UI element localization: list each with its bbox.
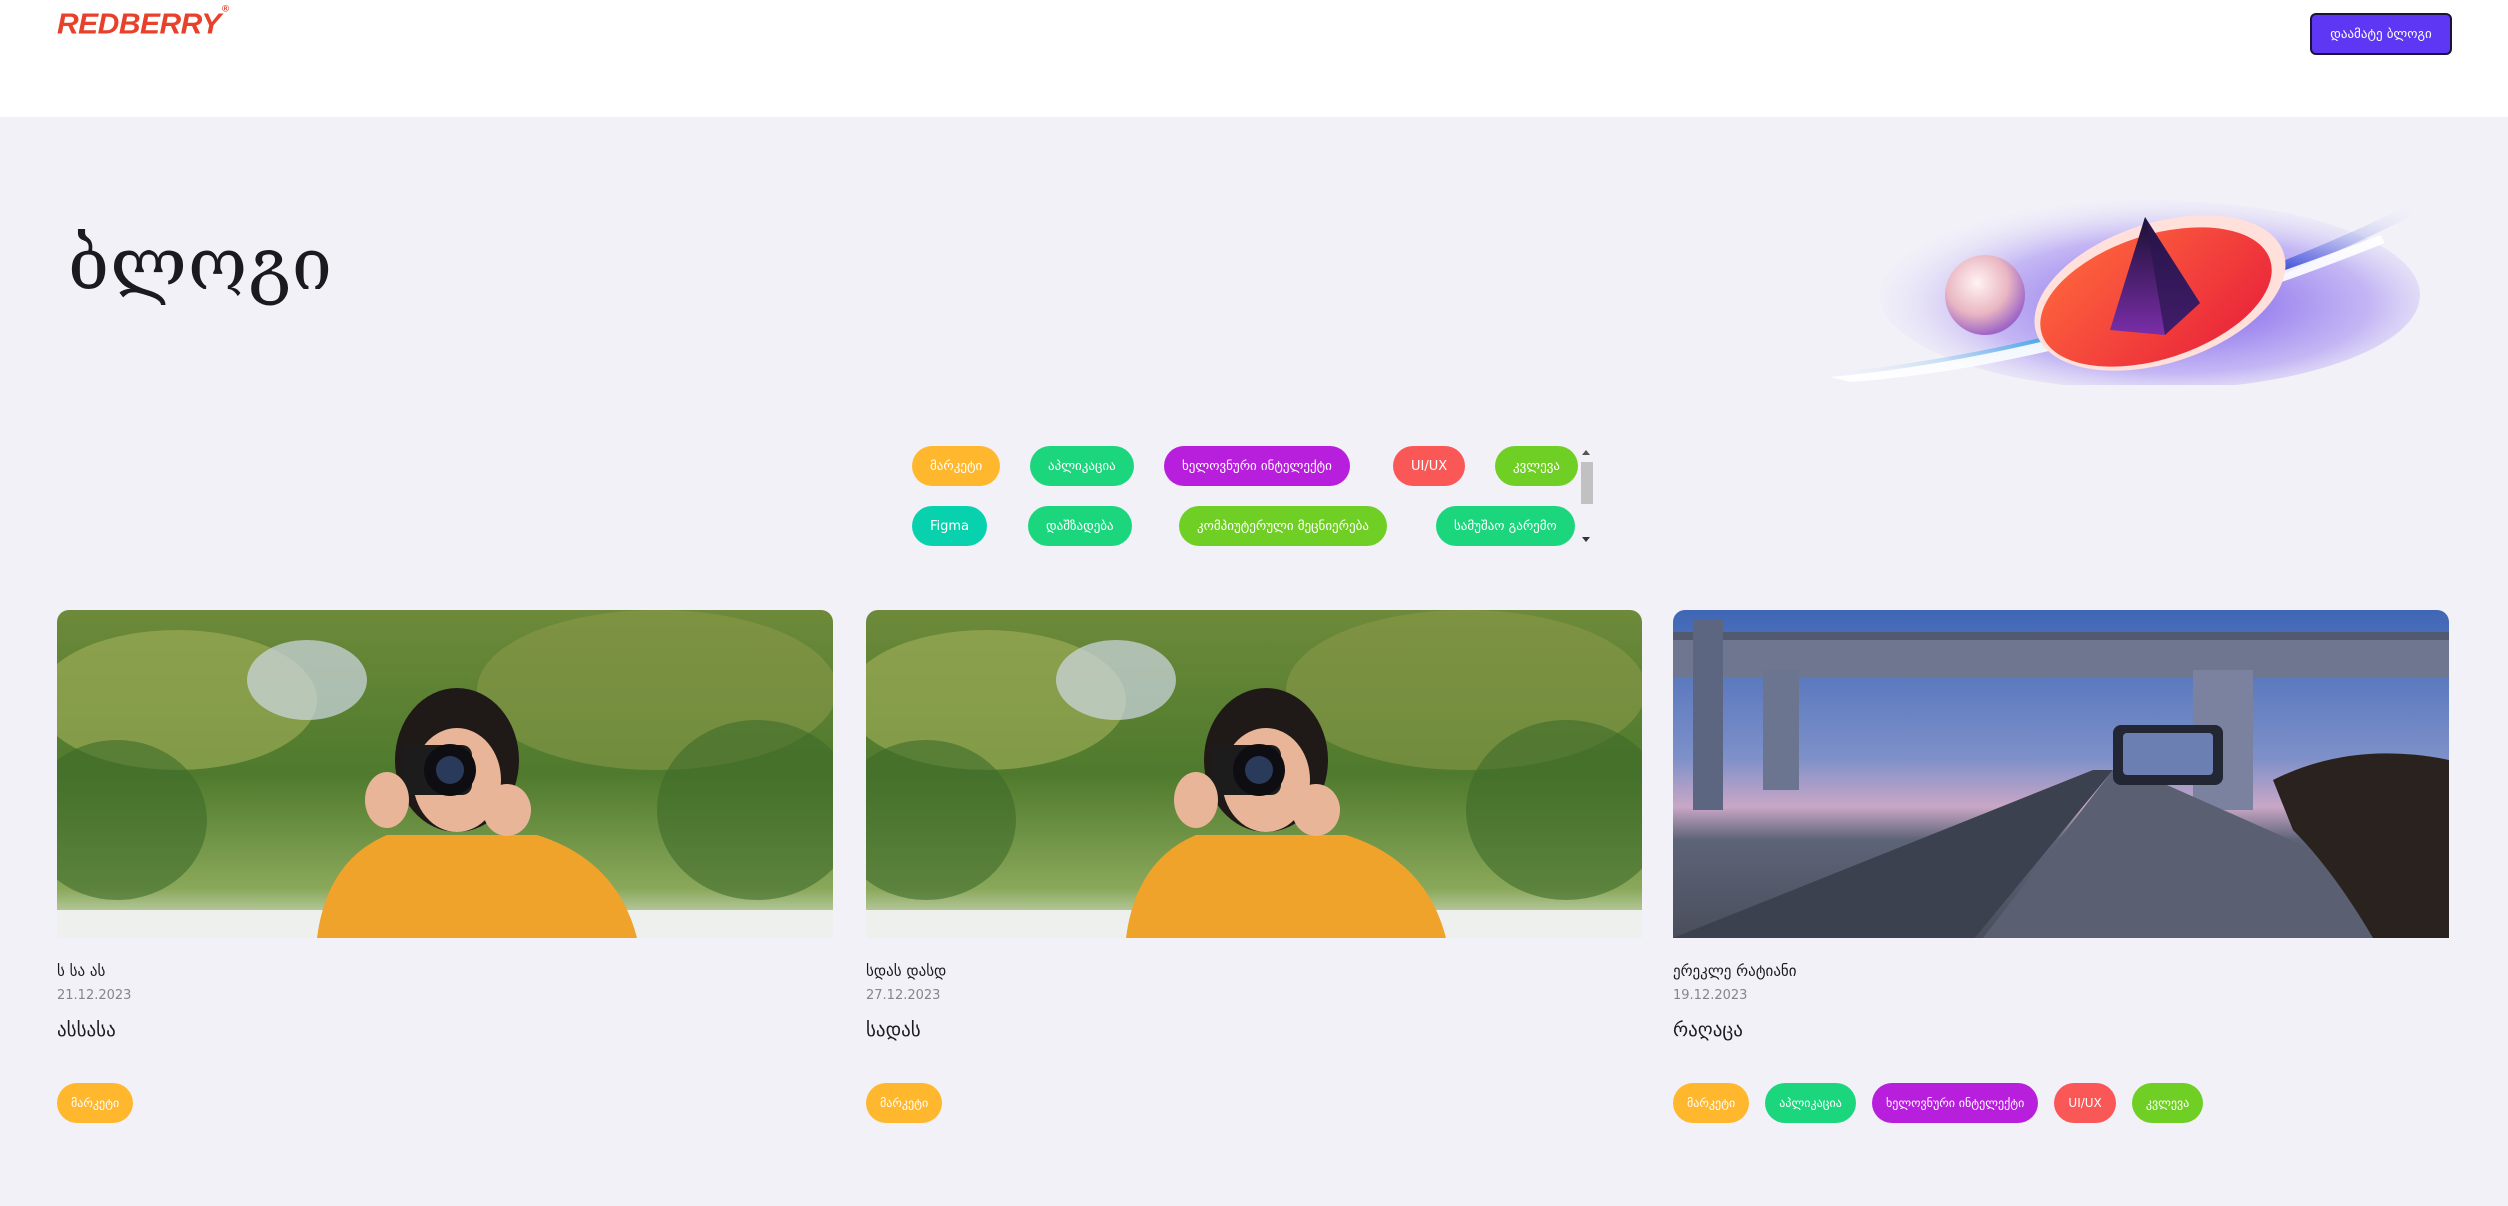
blog-card-title[interactable]: ასსასა xyxy=(57,1019,833,1041)
tag-chip-application[interactable]: აპლიკაცია xyxy=(1765,1083,1856,1123)
top-header: REDBERRY® დაამატე ბლოგი xyxy=(0,0,2508,117)
filter-chip-market[interactable]: მარკეტი xyxy=(912,446,1001,486)
photographer-icon xyxy=(57,610,833,938)
filter-chip-design[interactable]: დაშზადება xyxy=(1028,506,1132,546)
filter-chip-research[interactable]: კვლევა xyxy=(1495,446,1579,486)
tag-chip-uiux[interactable]: UI/UX xyxy=(2054,1083,2116,1123)
planet-illustration-icon xyxy=(1830,200,2420,385)
blog-card[interactable]: ს სა ას 21.12.2023 ასსასა მარკეტი xyxy=(57,610,833,1123)
blog-card-date: 21.12.2023 xyxy=(57,988,132,1003)
scrollbar-thumb[interactable] xyxy=(1581,462,1593,504)
filters-scrollbar[interactable] xyxy=(1580,448,1594,544)
blog-card-title[interactable]: სადას xyxy=(866,1019,1642,1041)
logo-registered-mark: ® xyxy=(221,4,229,15)
filter-chip-application[interactable]: აპლიკაცია xyxy=(1030,446,1134,486)
blog-card[interactable]: სდას დასდ 27.12.2023 სადას მარკეტი xyxy=(866,610,1642,1123)
filter-chip-figma[interactable]: Figma xyxy=(912,506,988,546)
blog-card-date: 27.12.2023 xyxy=(866,988,941,1003)
bridge-photo-icon xyxy=(1673,610,2449,938)
blog-card-author: სდას დასდ xyxy=(866,962,947,980)
redberry-logo[interactable]: REDBERRY® xyxy=(57,4,229,41)
filter-chip-computer-science[interactable]: კომპიუტერული მეცნიერება xyxy=(1179,506,1387,546)
blog-card-tags: მარკეტი xyxy=(57,1083,833,1123)
tag-chip-market[interactable]: მარკეტი xyxy=(57,1083,134,1123)
blog-card-image[interactable] xyxy=(866,610,1642,938)
blog-card-image[interactable] xyxy=(57,610,833,938)
blog-card-date: 19.12.2023 xyxy=(1673,988,1748,1003)
scroll-up-icon[interactable] xyxy=(1582,450,1590,455)
tag-chip-market[interactable]: მარკეტი xyxy=(1673,1083,1750,1123)
blog-card-author: ერეკლე რატიანი xyxy=(1673,962,1797,980)
tag-chip-research[interactable]: კვლევა xyxy=(2131,1083,2204,1123)
photographer-icon xyxy=(866,610,1642,938)
blog-card-author: ს სა ას xyxy=(57,962,106,980)
scroll-down-icon[interactable] xyxy=(1582,537,1590,542)
logo-text: REDBERRY xyxy=(57,8,221,41)
page-title: ბლოგი xyxy=(68,222,334,306)
category-filters: მარკეტი აპლიკაცია ხელოვნური ინტელექტი UI… xyxy=(906,442,1586,552)
filter-chip-workplace[interactable]: სამუშაო გარემო xyxy=(1436,506,1575,546)
blog-card-title[interactable]: რაღაცა xyxy=(1673,1019,2449,1041)
blog-card-image[interactable] xyxy=(1673,610,2449,938)
blog-card[interactable]: ერეკლე რატიანი 19.12.2023 რაღაცა მარკეტი… xyxy=(1673,610,2449,1123)
add-blog-button[interactable]: დაამატე ბლოგი xyxy=(2310,13,2452,55)
filter-chip-ai[interactable]: ხელოვნური ინტელექტი xyxy=(1164,446,1350,486)
tag-chip-market[interactable]: მარკეტი xyxy=(866,1083,943,1123)
blog-card-tags: მარკეტი აპლიკაცია ხელოვნური ინტელექტი UI… xyxy=(1673,1083,2449,1123)
filter-chip-uiux[interactable]: UI/UX xyxy=(1393,446,1466,486)
tag-chip-ai[interactable]: ხელოვნური ინტელექტი xyxy=(1871,1083,2039,1123)
blog-card-tags: მარკეტი xyxy=(866,1083,1642,1123)
